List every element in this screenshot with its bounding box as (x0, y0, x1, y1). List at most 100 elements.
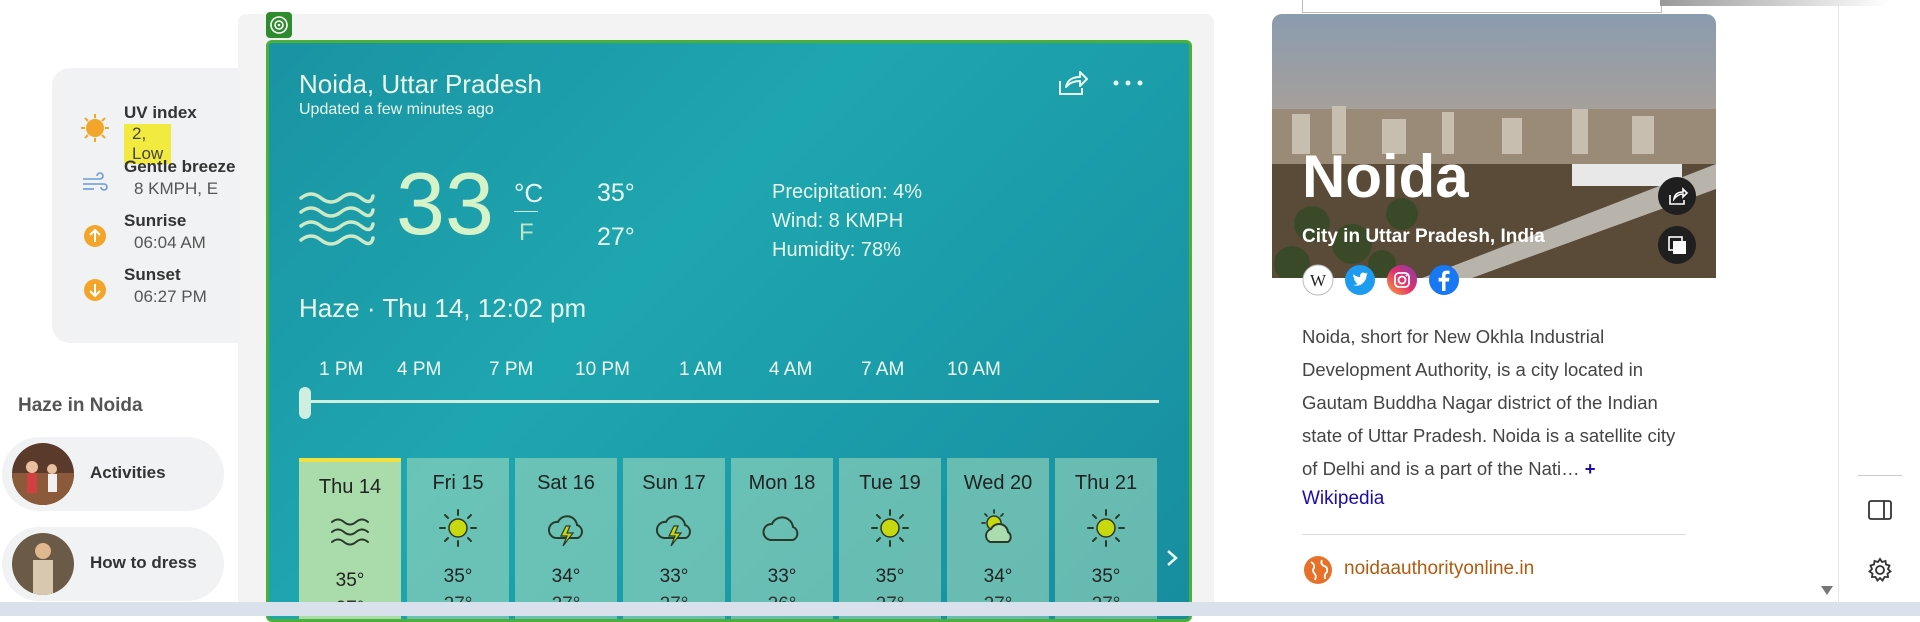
official-site-link[interactable]: noidaauthorityonline.in (1344, 558, 1534, 580)
activities-button[interactable]: Activities (2, 437, 224, 511)
share-image-button[interactable] (1658, 177, 1696, 215)
wind-icon (83, 172, 108, 191)
entity-subtitle: City in Uttar Pradesh, India (1302, 226, 1545, 247)
day-label: Sun 17 (642, 472, 706, 494)
side-panel-icon[interactable] (1866, 497, 1894, 523)
facebook-icon[interactable] (1428, 264, 1460, 296)
wikipedia-icon[interactable]: W (1302, 264, 1334, 296)
day-high: 35° (875, 566, 905, 587)
high-temperature: 35° (597, 179, 635, 207)
hourly-timeline[interactable] (299, 400, 1159, 403)
forecast-day-sat-16[interactable]: Sat 16 34° 27° (515, 458, 617, 619)
hour-label: 10 AM (947, 359, 1001, 380)
day-high: 35° (443, 566, 473, 587)
entity-description: Noida, short for New Okhla Industrial De… (1302, 320, 1692, 485)
view-images-button[interactable] (1658, 226, 1696, 264)
sun-icon (439, 509, 477, 547)
globe-icon (1304, 556, 1332, 584)
sunset-label: Sunset (124, 265, 181, 284)
forecast-day-thu-14[interactable]: Thu 14 35° 27° (299, 458, 401, 619)
city-name: Noida, Uttar Pradesh (299, 69, 542, 99)
settings-gear-icon[interactable] (1866, 556, 1894, 584)
instagram-icon[interactable] (1386, 264, 1418, 296)
sun-icon (871, 509, 909, 547)
day-label: Tue 19 (859, 472, 921, 494)
day-label: Thu 21 (1074, 472, 1138, 494)
weather-card: Noida, Uttar Pradesh Updated a few minut… (266, 40, 1192, 622)
day-label: Fri 15 (432, 472, 484, 494)
sunrise-icon (84, 225, 106, 247)
twitter-icon[interactable] (1344, 264, 1376, 296)
uv-index-label: UV index (124, 103, 197, 122)
timeline-slider-handle[interactable] (299, 387, 311, 419)
haze-icon (331, 518, 369, 546)
haze-large-icon (299, 192, 375, 246)
card-marker-icon (266, 12, 292, 38)
unit-separator (514, 211, 538, 212)
current-temperature: 33 (396, 154, 494, 253)
hour-label: 4 PM (397, 359, 442, 380)
sun-icon (1087, 509, 1125, 547)
day-label: Mon 18 (748, 472, 816, 494)
thunderstorm-icon (547, 515, 583, 547)
sunrise-value: 06:04 AM (134, 233, 206, 252)
cloud-icon (762, 516, 799, 541)
day-high: 33° (767, 566, 797, 587)
sunset-icon (84, 279, 106, 301)
hour-label: 10 PM (575, 359, 630, 380)
hour-label: 7 PM (489, 359, 534, 380)
wikipedia-link[interactable]: Wikipedia (1302, 488, 1384, 510)
hour-label: 1 AM (679, 359, 723, 380)
menu-shadow (1660, 0, 1890, 6)
forecast-day-mon-18[interactable]: Mon 18 33° 26° (731, 458, 833, 619)
expand-description-button[interactable]: + (1585, 458, 1596, 479)
activities-label: Activities (90, 463, 166, 482)
how-to-dress-button[interactable]: How to dress (2, 527, 224, 601)
day-high: 34° (551, 566, 581, 587)
forecast-day-tue-19[interactable]: Tue 19 35° 27° (839, 458, 941, 619)
forecast-day-sun-17[interactable]: Sun 17 33° 27° (623, 458, 725, 619)
day-high: 35° (335, 570, 365, 591)
description-text: Noida, short for New Okhla Industrial De… (1302, 326, 1676, 479)
forecast-day-thu-21[interactable]: Thu 21 35° 27° (1055, 458, 1157, 619)
day-high: 33° (659, 566, 689, 587)
day-high: 35° (1091, 566, 1121, 587)
share-icon (1669, 187, 1689, 205)
thunderstorm-icon (655, 515, 691, 547)
uv-sun-icon (81, 114, 109, 142)
share-icon[interactable] (1056, 69, 1088, 97)
hour-label: 1 PM (319, 359, 364, 380)
more-options-icon[interactable] (1112, 79, 1144, 87)
celsius-toggle[interactable]: °C (514, 178, 543, 209)
entity-title: Noida (1302, 143, 1469, 210)
day-high: 34° (983, 566, 1013, 587)
chevron-right-icon[interactable] (1160, 543, 1184, 573)
scroll-down-arrow-icon[interactable] (1820, 584, 1834, 596)
precipitation: Precipitation: 4% (772, 181, 923, 203)
wind-value: 8 KMPH, E (134, 179, 219, 198)
forecast-day-fri-15[interactable]: Fri 15 35° 27° (407, 458, 509, 619)
divider (1302, 534, 1686, 535)
sidebar-separator (1858, 475, 1902, 476)
updated-text: Updated a few minutes ago (299, 101, 494, 118)
hour-label: 4 AM (769, 359, 813, 380)
how-to-dress-photo (12, 533, 74, 595)
sidebar-divider (1838, 0, 1839, 616)
haze-section-title: Haze in Noida (18, 395, 143, 416)
fahrenheit-toggle[interactable]: F (519, 219, 534, 247)
hour-label: 7 AM (861, 359, 905, 380)
wind: Wind: 8 KMPH (772, 210, 904, 232)
partly-cloudy-icon (981, 509, 1012, 543)
forecast-day-wed-20[interactable]: Wed 20 34° 27° (947, 458, 1049, 619)
search-box-fragment[interactable] (1302, 0, 1662, 13)
sunrise-label: Sunrise (124, 211, 187, 230)
day-label: Sat 16 (537, 472, 595, 494)
knowledge-panel: Noida City in Uttar Pradesh, India W Noi… (1272, 14, 1716, 616)
day-label: Thu 14 (318, 476, 382, 498)
day-label: Wed 20 (963, 472, 1033, 494)
svg-text:W: W (1310, 271, 1327, 290)
taskbar-edge (0, 602, 1920, 616)
low-temperature: 27° (597, 223, 635, 251)
condition-and-time: Haze · Thu 14, 12:02 pm (299, 293, 587, 323)
sunset-value: 06:27 PM (134, 287, 207, 306)
